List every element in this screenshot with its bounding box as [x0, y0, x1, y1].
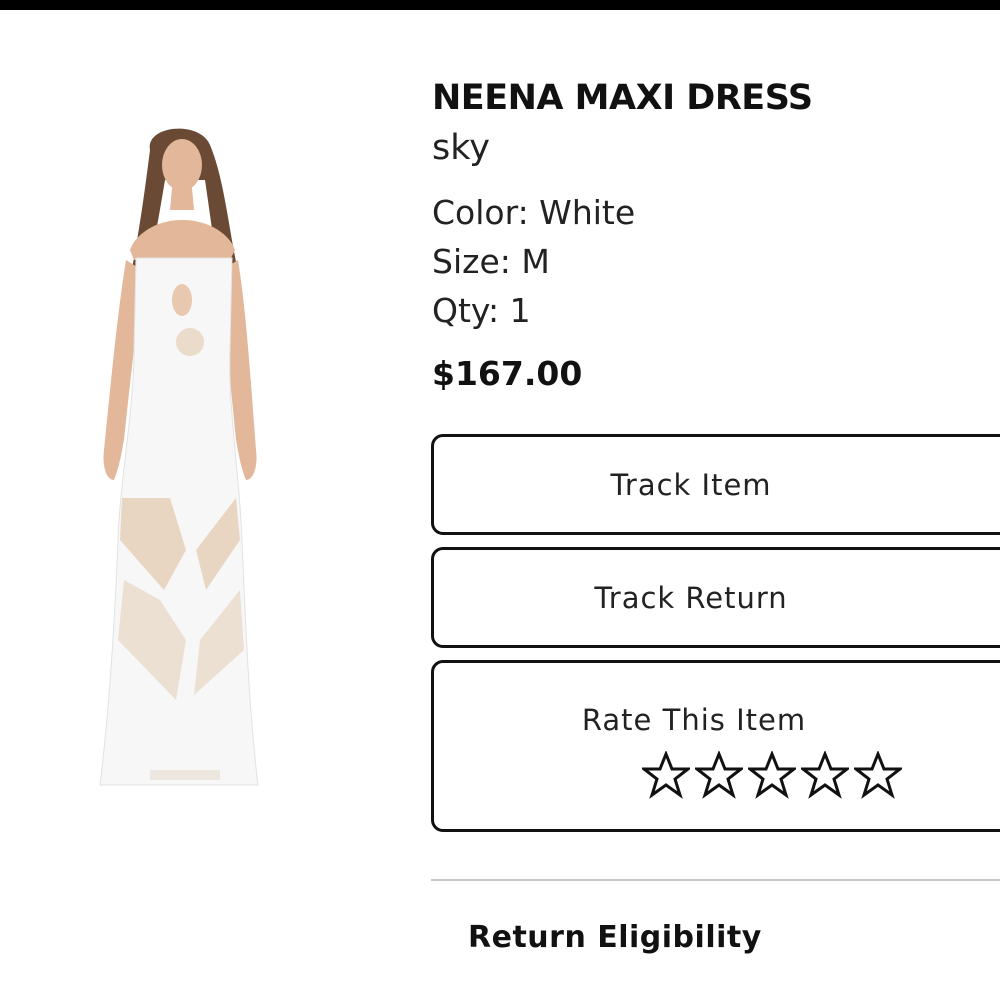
product-image: [99, 128, 259, 786]
section-divider: [431, 879, 1000, 881]
return-eligibility-heading[interactable]: Return Eligibility: [468, 920, 762, 955]
rate-item-label: Rate This Item: [581, 703, 807, 737]
star-icon[interactable]: [854, 751, 902, 799]
rating-stars: [642, 751, 902, 799]
rate-item-box: Rate This Item: [431, 660, 1000, 832]
product-quantity: Qty: 1: [432, 291, 531, 330]
product-color: Color: White: [432, 193, 636, 232]
top-bar: [0, 0, 1000, 10]
track-item-label: Track Item: [610, 467, 772, 502]
star-icon[interactable]: [695, 751, 743, 799]
product-title: NEENA MAXI DRESS: [432, 78, 813, 118]
star-icon[interactable]: [642, 751, 690, 799]
product-size: Size: M: [432, 242, 550, 281]
product-brand: sky: [432, 128, 490, 168]
track-item-button[interactable]: Track Item: [431, 434, 1000, 535]
product-price: $167.00: [432, 354, 583, 393]
track-return-button[interactable]: Track Return: [431, 547, 1000, 648]
star-icon[interactable]: [748, 751, 796, 799]
track-return-label: Track Return: [594, 580, 788, 615]
star-icon[interactable]: [801, 751, 849, 799]
